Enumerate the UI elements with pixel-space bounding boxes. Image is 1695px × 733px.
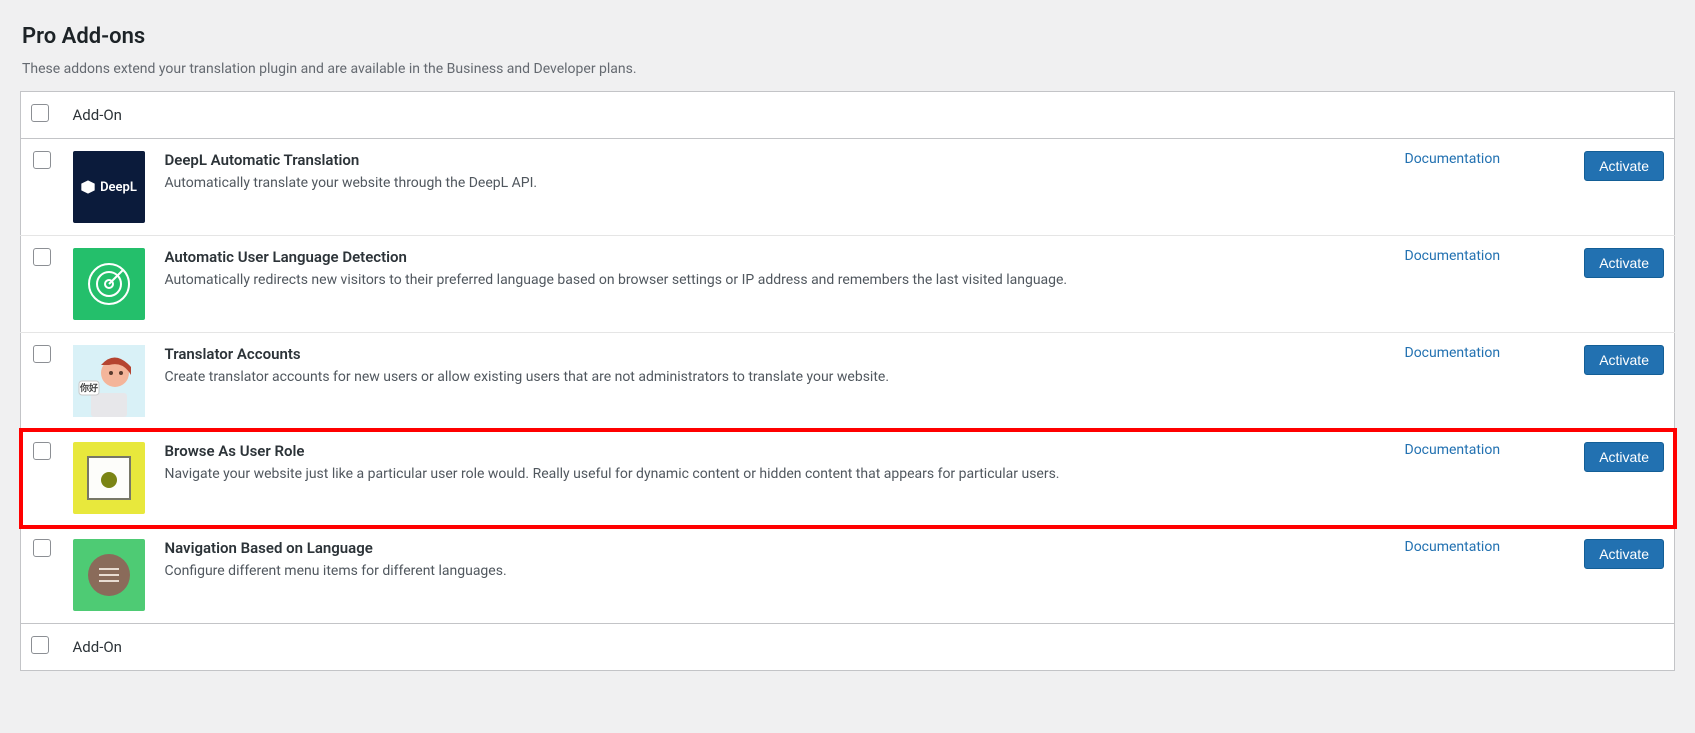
addon-description: Create translator accounts for new users…	[165, 367, 1385, 388]
addon-title: Automatic User Language Detection	[165, 248, 1385, 266]
activate-button[interactable]: Activate	[1584, 151, 1664, 181]
addons-table: Add-On DeepL DeepL Automatic Translation…	[20, 91, 1675, 671]
row-checkbox[interactable]	[33, 151, 51, 169]
translator-icon: 你好	[73, 345, 145, 417]
svg-text:你好: 你好	[78, 382, 97, 394]
addon-description: Navigate your website just like a partic…	[165, 464, 1385, 485]
addon-title: DeepL Automatic Translation	[165, 151, 1385, 169]
browse-icon	[73, 442, 145, 514]
addon-row-auld: Automatic User Language Detection Automa…	[21, 236, 1675, 333]
addon-description: Configure different menu items for diffe…	[165, 561, 1385, 582]
addon-description: Automatically redirects new visitors to …	[165, 270, 1385, 291]
footer-checkbox-cell	[21, 624, 63, 671]
menu-icon	[73, 539, 145, 611]
addon-row-browse-as-user-role: Browse As User Role Navigate your websit…	[21, 430, 1675, 527]
select-all-checkbox[interactable]	[31, 104, 49, 122]
page-description: These addons extend your translation plu…	[22, 61, 1675, 77]
deepl-icon-label: DeepL	[100, 180, 137, 195]
radar-icon	[73, 248, 145, 320]
addon-row-navigation: Navigation Based on Language Configure d…	[21, 527, 1675, 624]
activate-button[interactable]: Activate	[1584, 539, 1664, 569]
documentation-link[interactable]: Documentation	[1405, 248, 1501, 264]
row-checkbox[interactable]	[33, 248, 51, 266]
addon-title: Translator Accounts	[165, 345, 1385, 363]
header-addon-label: Add-On	[63, 92, 1675, 139]
documentation-link[interactable]: Documentation	[1405, 539, 1501, 555]
addon-title: Navigation Based on Language	[165, 539, 1385, 557]
addon-title: Browse As User Role	[165, 442, 1385, 460]
row-checkbox[interactable]	[33, 442, 51, 460]
header-checkbox-cell	[21, 92, 63, 139]
addon-description: Automatically translate your website thr…	[165, 173, 1385, 194]
row-checkbox[interactable]	[33, 345, 51, 363]
activate-button[interactable]: Activate	[1584, 345, 1664, 375]
deepl-icon: DeepL	[73, 151, 145, 223]
activate-button[interactable]: Activate	[1584, 248, 1664, 278]
addon-row-translator: 你好 Translator Accounts Create translator…	[21, 333, 1675, 430]
addon-row-deepl: DeepL DeepL Automatic Translation Automa…	[21, 139, 1675, 236]
page-title: Pro Add-ons	[22, 24, 1675, 49]
footer-addon-label: Add-On	[63, 624, 1675, 671]
select-all-footer-checkbox[interactable]	[31, 636, 49, 654]
activate-button[interactable]: Activate	[1584, 442, 1664, 472]
documentation-link[interactable]: Documentation	[1405, 442, 1501, 458]
row-checkbox[interactable]	[33, 539, 51, 557]
documentation-link[interactable]: Documentation	[1405, 151, 1501, 167]
documentation-link[interactable]: Documentation	[1405, 345, 1501, 361]
